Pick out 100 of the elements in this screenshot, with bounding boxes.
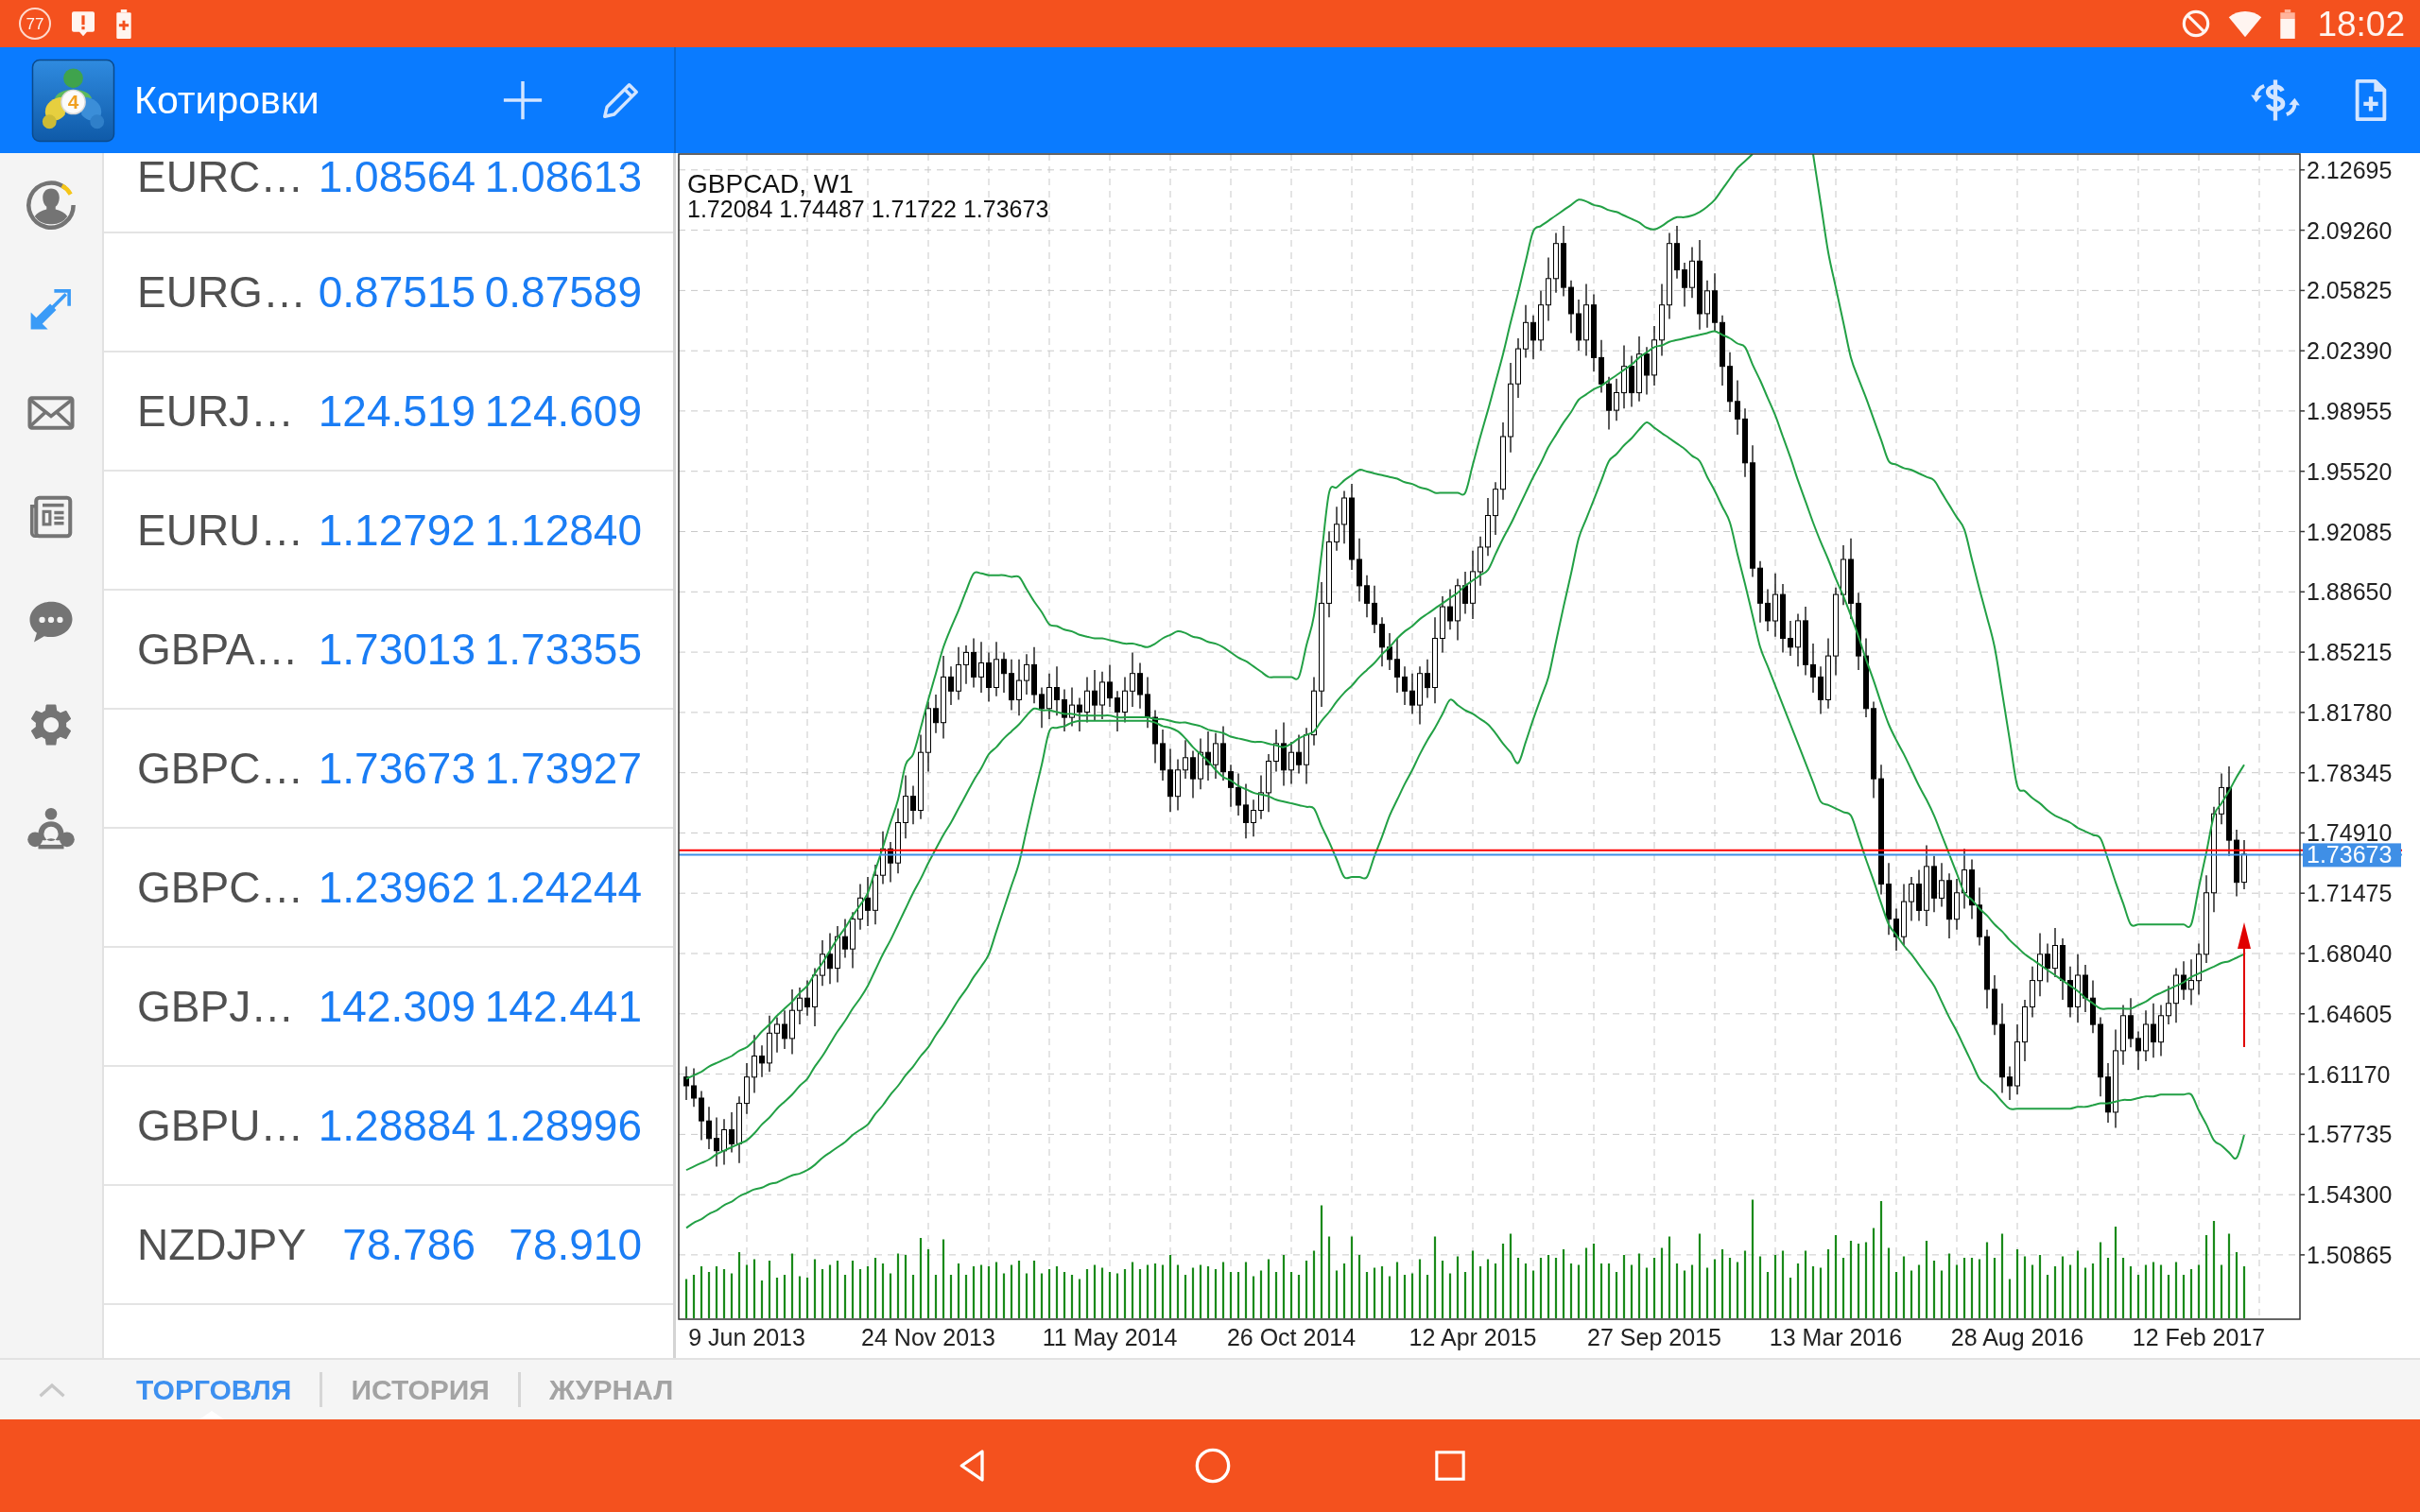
quote-row[interactable]: GBPC… 1.23962 1.24244 [104,829,673,948]
candle-body [1818,676,1824,700]
candle-wick [935,694,937,734]
candle-wick [1184,739,1186,780]
candle-body [1054,687,1060,700]
candle-wick [980,641,982,694]
candle-body [1621,366,1627,394]
candle-body [1568,286,1574,315]
quote-row[interactable]: EURG… 0.87515 0.87589 [104,233,673,352]
user-circle-icon[interactable] [26,180,77,231]
quote-row[interactable]: GBPA… 1.73013 1.73355 [104,591,673,710]
candle-wick [1086,676,1088,724]
candle-body [2181,974,2187,990]
candle-body [1674,243,1680,271]
candle-wick [761,1044,763,1078]
candle-wick [1132,651,1133,708]
axis-label: 1.71475 [2307,880,2393,907]
candle-wick [1789,620,1791,657]
candle-body [767,1032,772,1064]
candle-wick [1139,662,1141,710]
candle-body [1266,761,1271,794]
candle-body [1440,606,1445,639]
axis-label: 12 Apr 2015 [1409,1324,1537,1350]
candle-body [744,1076,750,1105]
candle-body [1183,757,1188,771]
candle-body [865,897,871,911]
recents-icon[interactable] [1434,1450,1466,1482]
candle-wick [1646,346,1648,396]
symbol-text: GBPU… [137,1101,305,1150]
candle-body [1803,620,1808,665]
candle-body [1810,663,1816,678]
candle-wick [1411,673,1413,715]
chart-title: GBPCAD, W1 [687,169,854,198]
candle-wick [776,1016,778,1054]
candle-body [1115,697,1120,713]
candle-body [1712,290,1718,323]
quote-row[interactable]: GBPJ… 142.309 142.441 [104,948,673,1067]
ask-price: 1.12840 [483,506,642,555]
quote-row[interactable]: GBPC… 1.73673 1.73927 [104,710,673,829]
candle-wick [1767,588,1769,632]
candle-body [1001,659,1007,675]
quote-row[interactable]: NZDJPY 78.786 78.910 [104,1186,673,1305]
candle-body [857,897,863,920]
candle-wick [1737,379,1738,436]
quote-row[interactable]: EURC… 1.08564 1.08613 [104,153,673,233]
candle-body [2007,1076,2013,1087]
candle-body [2060,945,2066,982]
candle-body [1977,904,1982,937]
candle-wick [708,1106,710,1150]
candle-body [1379,624,1385,648]
candle-body [1069,704,1075,718]
quote-row[interactable]: GBPU… 1.28884 1.28996 [104,1067,673,1186]
home-icon[interactable] [1194,1447,1232,1485]
candle-body [1969,869,1975,906]
candle-body [1856,602,1861,657]
quote-row[interactable]: EURJ… 124.519 124.609 [104,352,673,472]
quote-row[interactable]: EURU… 1.12792 1.12840 [104,472,673,591]
candle-body [1727,366,1733,403]
axis-label: 1.54300 [2307,1181,2393,1209]
candle-body [1220,743,1226,773]
candle-body [1916,884,1922,911]
candle-body [850,919,856,950]
candle-body [1039,694,1045,710]
ask-price: 78.910 [508,1220,642,1269]
candle-wick [1336,506,1338,552]
candle-body [1962,869,1967,894]
symbol-text: EURU… [137,506,305,555]
candle-body [1432,638,1438,688]
candle-wick [1895,907,1897,952]
candle-wick [1094,669,1096,722]
candle-wick [1290,741,1292,785]
candle-body [1561,243,1566,288]
candle-body [1349,497,1355,560]
candle-body [2234,839,2239,884]
candle-wick [685,1065,687,1101]
axis-label: 1.92085 [2307,518,2393,545]
candle-body [2120,1015,2126,1052]
symbol-text: EURC… [137,153,305,201]
candle-body [736,1103,742,1144]
candle-body [2188,980,2194,990]
candle-body [1031,663,1037,696]
candle-body [812,974,818,1007]
screen-title: Котировки [134,77,320,123]
candle-body [1409,690,1415,706]
candle-body [1077,704,1082,713]
plus-icon[interactable] [501,78,544,122]
candle-body [1304,734,1309,765]
axis-label: 12 Feb 2017 [2132,1324,2266,1350]
axis-label: 24 Nov 2013 [861,1324,995,1350]
blocked-icon [2181,9,2212,39]
candle-body [2052,945,2058,970]
candle-body [1493,489,1498,517]
candle-body [1394,659,1400,678]
candle-body [759,1056,765,1064]
candle-body [1046,687,1052,710]
axis-label: 2.09260 [2307,216,2393,244]
candle-body [994,659,999,688]
candle-body [1092,690,1098,706]
ask-price: 1.73927 [483,744,642,793]
candle-wick [1116,690,1118,732]
